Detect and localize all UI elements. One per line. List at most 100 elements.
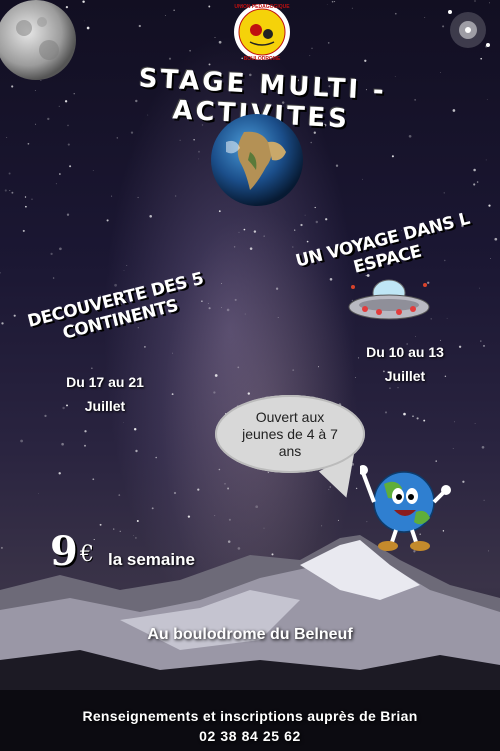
price-currency: € [80, 542, 94, 567]
star [443, 192, 445, 194]
star [238, 231, 240, 233]
star [47, 117, 50, 121]
star [314, 206, 316, 209]
star [226, 308, 230, 312]
star [310, 141, 312, 144]
contact-phone: 02 38 84 25 62 [199, 728, 301, 744]
star [292, 246, 294, 248]
location-text: Au boulodrome du Belneuf [147, 626, 353, 643]
star [315, 220, 319, 224]
left-dates-line2: Juillet [84, 398, 126, 414]
star [113, 528, 115, 530]
logo-bottom-text: BOULODROME [244, 56, 281, 62]
star [84, 444, 86, 447]
star [224, 483, 226, 485]
star [133, 535, 134, 536]
star [24, 196, 27, 198]
star [473, 168, 476, 172]
star [50, 252, 53, 256]
star [31, 198, 33, 200]
star [58, 105, 60, 108]
star [334, 1, 336, 3]
star [391, 155, 394, 158]
star [8, 172, 11, 175]
star [173, 491, 177, 495]
star [137, 196, 139, 199]
star [233, 246, 236, 248]
right-dates-line1: Du 10 au 13 [366, 344, 444, 360]
star [149, 215, 152, 218]
star [198, 158, 200, 160]
star [20, 439, 23, 443]
star [249, 247, 253, 250]
star [309, 55, 311, 57]
star [306, 240, 309, 243]
star [292, 369, 295, 371]
star [271, 553, 274, 556]
left-theme-dates: Du 17 au 21 Juillet [30, 370, 180, 418]
star [294, 229, 296, 231]
star [52, 277, 55, 279]
star [255, 505, 259, 509]
star [384, 411, 388, 414]
star [263, 235, 265, 237]
moon-icon [0, 0, 76, 80]
ufo-icon [348, 279, 430, 320]
star [462, 480, 465, 483]
left-dates-line1: Du 17 au 21 [66, 374, 144, 390]
star [416, 417, 419, 420]
star [424, 17, 426, 18]
star [326, 3, 328, 5]
star [327, 42, 330, 44]
star [69, 165, 72, 168]
star [337, 519, 339, 521]
star [126, 265, 128, 266]
star [214, 37, 216, 39]
star [198, 150, 200, 153]
star [234, 298, 237, 301]
bubble-line3: ans [278, 442, 302, 459]
star [55, 183, 57, 185]
star [35, 123, 37, 125]
star [221, 307, 222, 309]
star [0, 546, 3, 549]
star [59, 173, 61, 175]
star [22, 229, 25, 232]
star [116, 137, 119, 139]
star [64, 100, 68, 103]
star [38, 493, 39, 494]
star [93, 538, 95, 541]
star [444, 259, 446, 262]
logo-top-text: UNION PEDAGOGIQUE [234, 4, 290, 10]
star [173, 9, 175, 11]
star [119, 530, 121, 532]
star [144, 346, 146, 348]
star [114, 283, 117, 287]
star [263, 527, 265, 529]
star [351, 7, 353, 9]
star [237, 366, 240, 369]
star [135, 449, 138, 453]
star [275, 287, 279, 290]
star [106, 219, 109, 222]
star [172, 352, 173, 354]
star [137, 327, 139, 329]
club-logo-icon: UNION PEDAGOGIQUE BOULODROME [234, 4, 290, 62]
star [476, 181, 479, 183]
star [92, 478, 95, 481]
star [67, 124, 69, 127]
star [325, 218, 328, 221]
star [6, 136, 8, 138]
star [208, 5, 211, 8]
star [218, 468, 221, 471]
star [214, 515, 216, 517]
star [403, 412, 406, 416]
star [452, 109, 456, 112]
star [168, 57, 172, 60]
star [130, 131, 134, 134]
star [439, 71, 441, 73]
star [66, 213, 70, 216]
star [34, 90, 36, 91]
star [25, 205, 27, 208]
earth-icon [211, 114, 303, 206]
